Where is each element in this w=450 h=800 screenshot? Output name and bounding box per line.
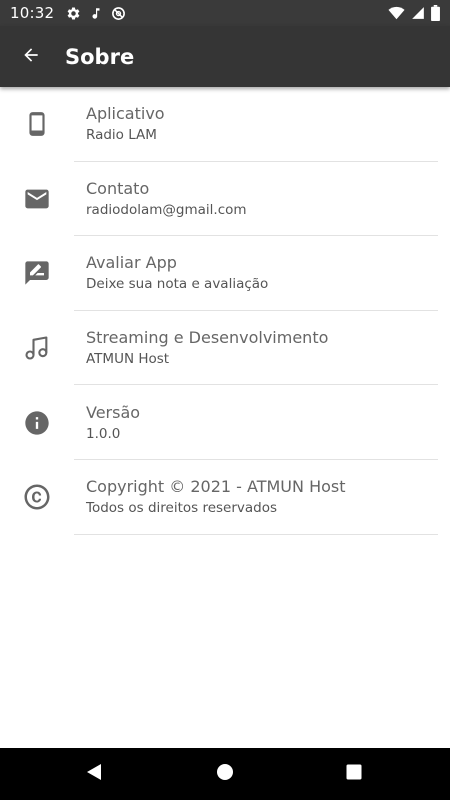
page-title: Sobre [65,44,135,69]
item-title: Avaliar App [86,253,177,273]
item-subtitle: Deixe sua nota e avaliação [86,276,269,293]
wifi-icon [388,6,405,20]
about-screen: 10:32 Sobre Aplicativo Radio LAM Contato… [0,0,450,800]
divider [74,533,438,535]
nav-home-button[interactable] [195,748,255,800]
item-subtitle: radiodolam@gmail.com [86,201,247,218]
copyright-icon [22,482,52,512]
status-right-icons [388,5,440,21]
navigation-bar [0,748,450,800]
recents-square-icon [346,764,362,784]
nav-recents-button[interactable] [324,748,384,800]
do-not-disturb-icon [111,6,126,21]
item-subtitle: Radio LAM [86,127,157,144]
app-bar: Sobre [0,26,450,87]
home-circle-icon [216,763,234,785]
about-list: Aplicativo Radio LAM Contato radiodolam@… [0,87,450,535]
status-bar: 10:32 [0,0,450,26]
signal-icon [411,6,425,20]
item-subtitle: Todos os direitos reservados [86,500,278,517]
item-title: Copyright © 2021 - ATMUN Host [86,477,346,497]
email-icon [23,185,51,213]
list-item-versao[interactable]: Versão 1.0.0 [0,385,450,460]
item-title: Contato [86,178,150,198]
settings-icon [66,6,81,21]
music-note-icon [89,6,103,21]
nav-back-button[interactable] [64,748,124,800]
item-subtitle: ATMUN Host [86,351,170,368]
status-time: 10:32 [10,4,55,22]
list-item-copyright[interactable]: Copyright © 2021 - ATMUN Host Todos os d… [0,460,450,535]
item-title: Streaming e Desenvolvimento [86,328,329,348]
arrow-back-icon [21,45,41,69]
info-icon [23,409,51,437]
list-item-aplicativo[interactable]: Aplicativo Radio LAM [0,87,450,162]
item-title: Versão [86,402,141,422]
back-button[interactable] [0,26,62,87]
music-notes-icon [23,334,51,362]
list-item-contato[interactable]: Contato radiodolam@gmail.com [0,162,450,237]
back-triangle-icon [85,763,103,785]
rate-review-icon [23,259,51,287]
item-title: Aplicativo [86,104,165,124]
list-item-streaming[interactable]: Streaming e Desenvolvimento ATMUN Host [0,311,450,386]
list-item-avaliar-app[interactable]: Avaliar App Deixe sua nota e avaliação [0,236,450,311]
smartphone-icon [24,111,50,137]
item-subtitle: 1.0.0 [86,425,121,442]
battery-icon [431,5,440,21]
status-left-icons [66,6,126,21]
